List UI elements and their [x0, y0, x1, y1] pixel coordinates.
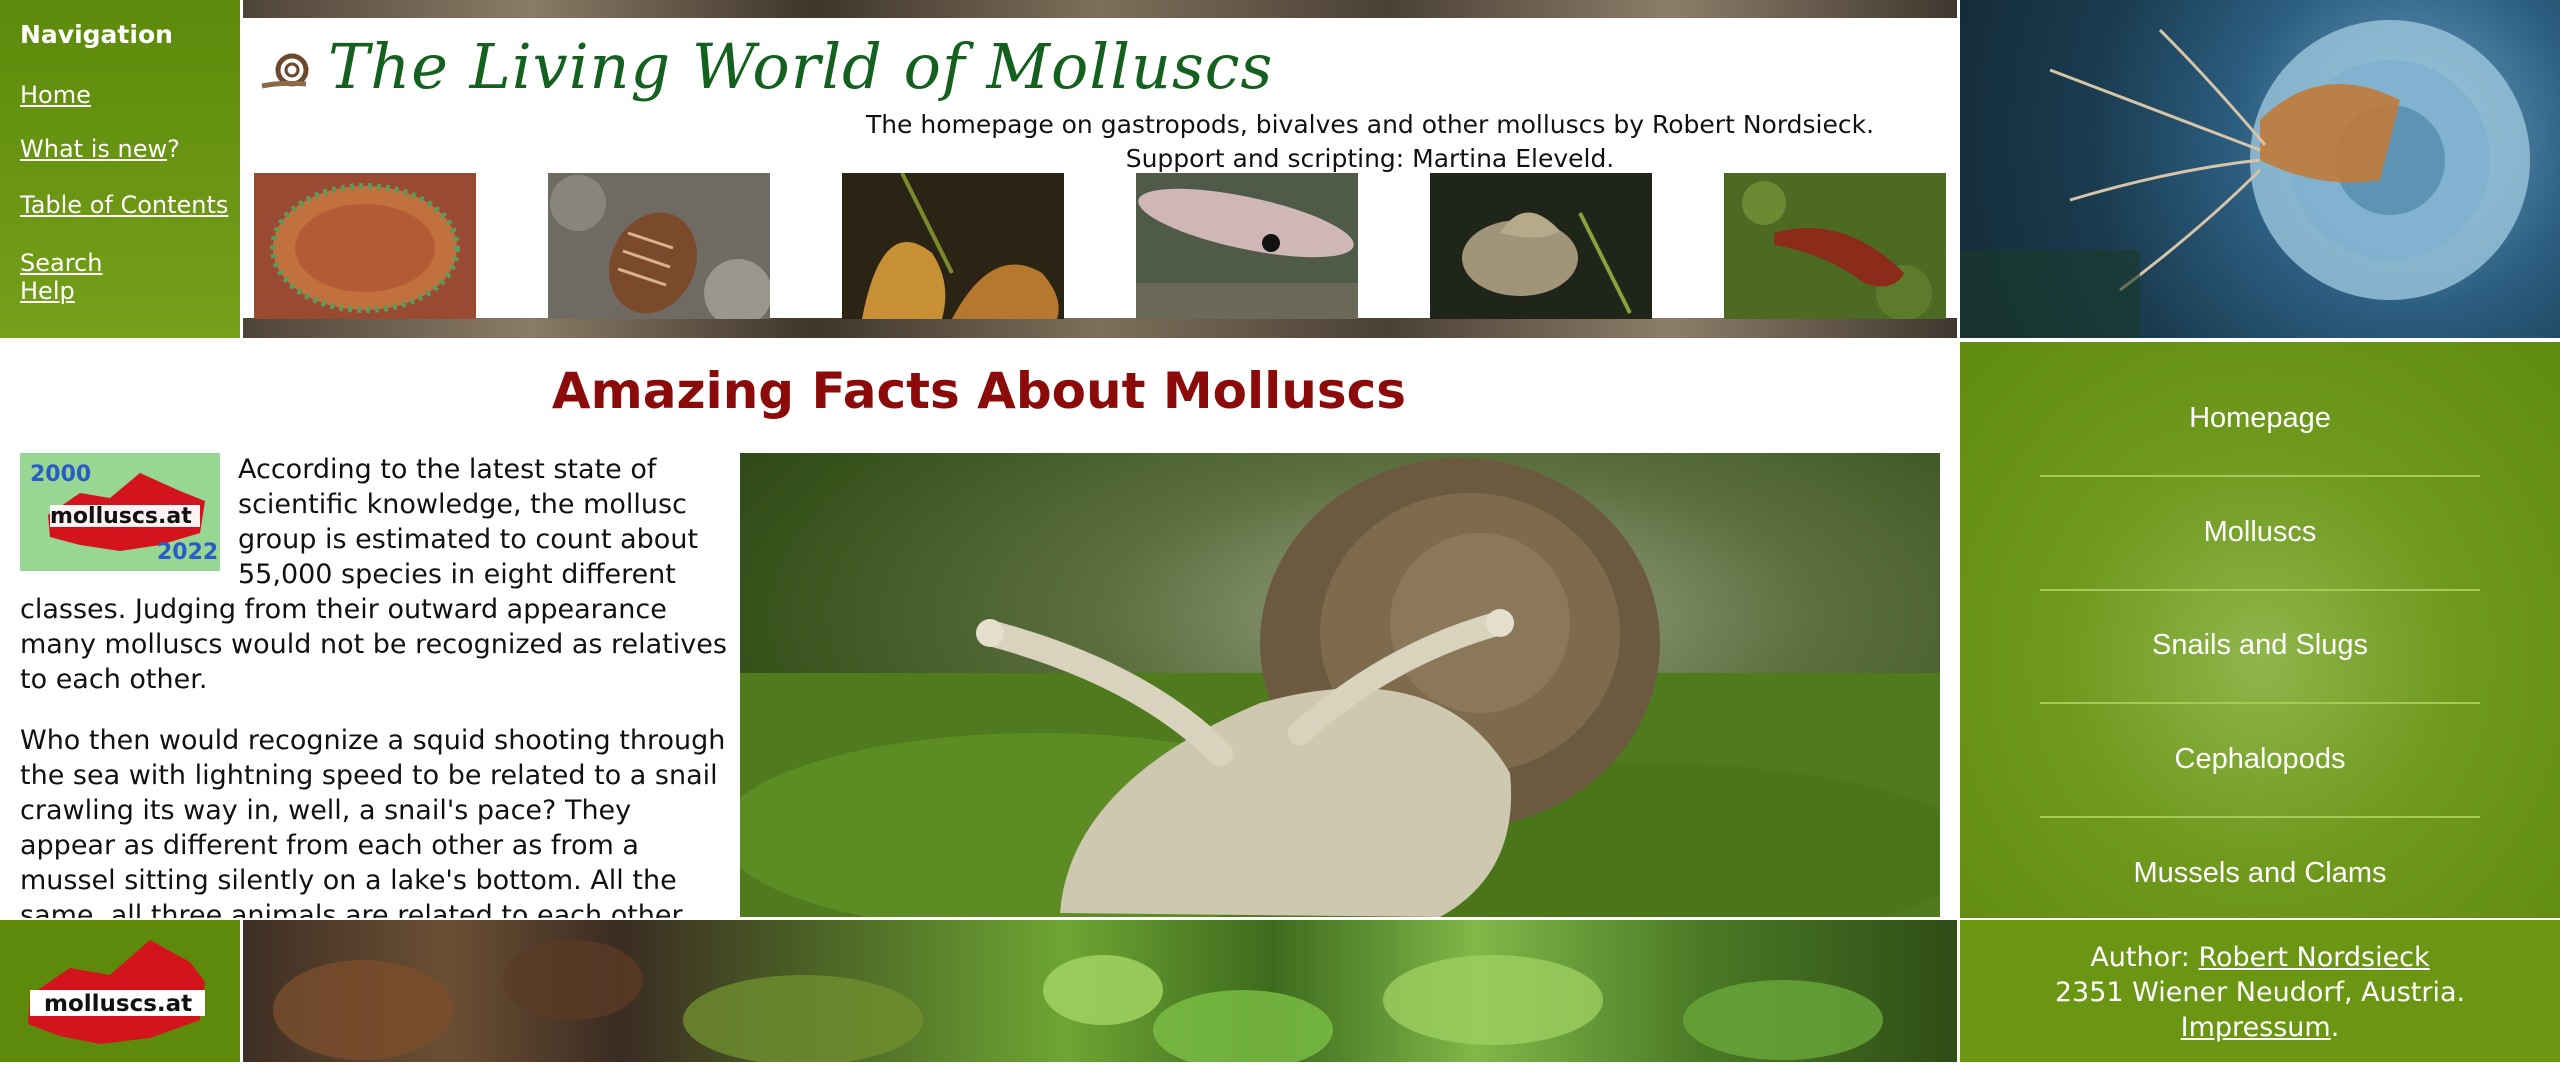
right-nav-homepage[interactable]: Homepage: [2040, 402, 2480, 435]
impressum-period: .: [2330, 1012, 2340, 1043]
nav-link-help[interactable]: Help: [20, 277, 240, 305]
right-nav-divider: [2040, 589, 2480, 591]
right-nav-snails-and-slugs[interactable]: Snails and Slugs: [2040, 629, 2480, 662]
right-nav-cephalopods[interactable]: Cephalopods: [2040, 743, 2480, 776]
left-navigation: Navigation Home What is new? Table of Co…: [0, 0, 240, 338]
nav-link-what-is-new[interactable]: What is new: [20, 135, 167, 163]
site-title: The Living World of Molluscs: [328, 30, 1274, 103]
footer-logo[interactable]: molluscs.at: [0, 920, 240, 1062]
right-nav-divider: [2040, 816, 2480, 818]
nav-link-table-of-contents[interactable]: Table of Contents: [20, 191, 240, 219]
nav-what-is-new: What is new?: [20, 135, 240, 163]
thumbnail-squid[interactable]: [1136, 173, 1358, 319]
thumbnail-limpet[interactable]: [254, 173, 476, 319]
thumbnail-slug[interactable]: [1724, 173, 1946, 319]
footer-author-line: Author: Robert Nordsieck: [1960, 940, 2560, 975]
nav-what-is-new-suffix: ?: [167, 135, 180, 163]
site-tagline: The homepage on gastropods, bivalves and…: [760, 108, 1980, 176]
footer-forest-photo: [243, 920, 1957, 1062]
nautilus-header-image: [1960, 0, 2560, 338]
author-link[interactable]: Robert Nordsieck: [2198, 942, 2429, 973]
right-nav-divider: [2040, 475, 2480, 477]
molluscs-at-badge: 2000 molluscs.at 2022: [20, 453, 220, 571]
thumbnail-mussels[interactable]: [842, 173, 1064, 319]
header-top-band: [243, 0, 1957, 18]
footer-logo-text: molluscs.at: [44, 991, 192, 1017]
snail-logo-icon: [260, 48, 314, 92]
badge-site: molluscs.at: [50, 504, 192, 529]
footer-author-info: Author: Robert Nordsieck 2351 Wiener Neu…: [1960, 920, 2560, 1062]
right-nav-molluscs[interactable]: Molluscs: [2040, 516, 2480, 549]
footer-impressum-line: Impressum.: [1960, 1010, 2560, 1045]
badge-year-start: 2000: [30, 462, 91, 487]
right-nav-divider: [2040, 702, 2480, 704]
header-bottom-band: [243, 318, 1957, 338]
thumbnail-pond-snail[interactable]: [1430, 173, 1652, 319]
navigation-title: Navigation: [20, 20, 173, 49]
nav-link-search[interactable]: Search: [20, 249, 240, 277]
right-navigation: Homepage Molluscs Snails and Slugs Cepha…: [1960, 342, 2560, 918]
impressum-link[interactable]: Impressum: [2181, 1012, 2331, 1043]
right-nav-mussels-and-clams[interactable]: Mussels and Clams: [2040, 857, 2480, 890]
tagline-line-2: Support and scripting: Martina Eleveld.: [1125, 144, 1615, 173]
snail-photo: [740, 453, 1940, 917]
badge-year-end: 2022: [157, 540, 218, 565]
author-label: Author:: [2090, 942, 2190, 973]
thumbnail-chiton[interactable]: [548, 173, 770, 319]
intro-paragraph-2: Who then would recognize a squid shootin…: [20, 725, 726, 918]
footer-address: 2351 Wiener Neudorf, Austria.: [2054, 977, 2466, 1008]
page-heading: Amazing Facts About Molluscs: [551, 362, 1407, 420]
nav-link-home[interactable]: Home: [20, 81, 240, 109]
tagline-line-1: The homepage on gastropods, bivalves and…: [865, 110, 1875, 139]
